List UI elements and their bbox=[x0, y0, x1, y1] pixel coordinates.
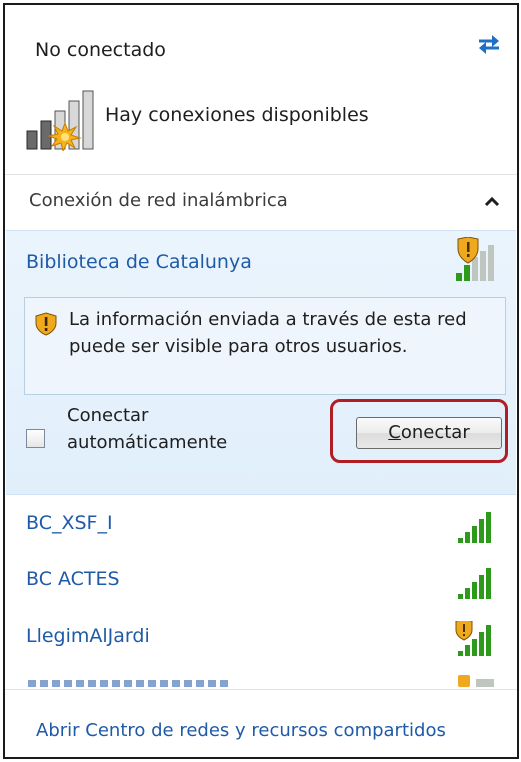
divider bbox=[5, 174, 517, 175]
selected-network-item[interactable]: Biblioteca de Catalunya La información e… bbox=[6, 230, 516, 495]
network-list-item-bc-actes[interactable]: BC ACTES bbox=[6, 552, 516, 608]
chevron-up-icon[interactable] bbox=[481, 191, 503, 213]
shield-icon bbox=[458, 675, 470, 687]
security-shield-warning-icon bbox=[35, 312, 57, 336]
partial-network-name bbox=[28, 680, 228, 687]
network-list-item-partial[interactable] bbox=[6, 665, 516, 687]
auto-connect-label[interactable]: Conectar automáticamente bbox=[67, 402, 267, 456]
divider bbox=[5, 689, 517, 690]
security-warning-text: La información enviada a través de esta … bbox=[69, 309, 467, 357]
open-network-signal-icon bbox=[456, 237, 494, 281]
open-network-signal-icon bbox=[455, 621, 491, 656]
network-flyout-panel: No conectado Hay conexiones disponibles … bbox=[3, 3, 519, 759]
network-name: BC_XSF_I bbox=[26, 512, 113, 534]
open-network-center-link[interactable]: Abrir Centro de redes y recursos compart… bbox=[36, 720, 446, 741]
security-warning-box: La información enviada a través de esta … bbox=[24, 297, 506, 395]
connect-button[interactable]: Conectar bbox=[356, 417, 502, 449]
network-name: Biblioteca de Catalunya bbox=[26, 251, 252, 273]
no-connection-signal-icon bbox=[26, 90, 94, 151]
status-subtitle: Hay conexiones disponibles bbox=[105, 104, 369, 126]
signal-strength-icon bbox=[458, 512, 491, 543]
network-list-item-bc-xsf-i[interactable]: BC_XSF_I bbox=[6, 496, 516, 552]
network-name: LlegimAlJardi bbox=[26, 625, 150, 647]
signal-strength-icon bbox=[476, 679, 494, 687]
network-name: BC ACTES bbox=[26, 568, 120, 590]
section-label: Conexión de red inalámbrica bbox=[29, 190, 288, 211]
auto-connect-checkbox[interactable] bbox=[26, 429, 45, 448]
signal-strength-icon bbox=[458, 568, 491, 599]
network-list-item-llegimaljardi[interactable]: LlegimAlJardi bbox=[6, 609, 516, 665]
status-title: No conectado bbox=[35, 39, 166, 61]
refresh-icon[interactable] bbox=[475, 31, 503, 57]
